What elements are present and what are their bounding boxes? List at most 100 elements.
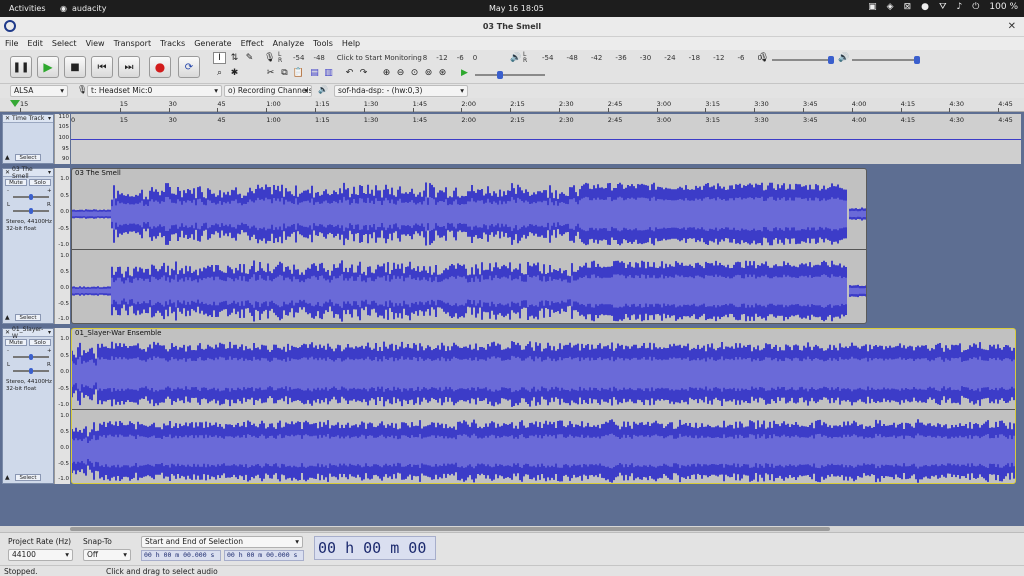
stop-button[interactable]: ■ xyxy=(64,56,86,78)
record-volume-slider[interactable] xyxy=(772,56,834,64)
selection-tool-button[interactable]: I xyxy=(213,52,226,64)
track-menu-chevron-icon[interactable]: ▾ xyxy=(48,115,51,122)
play-at-speed-button[interactable]: ▶ xyxy=(458,67,471,79)
collapse-track-icon[interactable]: ▲ xyxy=(5,314,10,321)
menu-tracks[interactable]: Tracks xyxy=(160,39,185,48)
menu-file[interactable]: File xyxy=(5,39,18,48)
menu-effect[interactable]: Effect xyxy=(241,39,264,48)
recording-device-select[interactable]: t: Headset Mic:0 ▾ xyxy=(87,85,222,97)
cut-button[interactable]: ✂ xyxy=(264,67,277,79)
menu-view[interactable]: View xyxy=(86,39,105,48)
app-menu[interactable]: ◉ audacity xyxy=(60,4,106,13)
selection-end-time[interactable]: 00 h 00 m 00.000 s xyxy=(224,550,304,561)
gain-slider[interactable] xyxy=(13,194,49,200)
menu-select[interactable]: Select xyxy=(52,39,77,48)
draw-tool-button[interactable]: ✎ xyxy=(243,52,256,64)
record-volume-knob[interactable] xyxy=(828,56,834,64)
pan-slider[interactable] xyxy=(13,208,49,214)
timeline-ruler[interactable]: 15 15 30 45 1:00 1:15 1:30 1:45 2:00 2:15 2:30 2:4… xyxy=(0,98,1024,112)
pause-button[interactable]: ❚❚ xyxy=(10,56,32,78)
track-select-button[interactable]: Select xyxy=(15,154,41,161)
track-select-button[interactable]: Select xyxy=(15,474,41,481)
track-header[interactable]: ✕ 01_Slayer-W ▾ xyxy=(3,326,53,340)
fit-project-button[interactable]: ⊚ xyxy=(422,67,435,79)
system-tray[interactable]: ▣ ◈ ⊠ ● ⛛ ♪ ⏻ 100 % xyxy=(868,2,1018,12)
menu-edit[interactable]: Edit xyxy=(27,39,43,48)
audio-clip-the-smell[interactable]: 03 The Smell xyxy=(71,168,867,324)
snap-to-select[interactable]: Off ▾ xyxy=(83,549,131,561)
skip-to-end-button[interactable]: ⏭ xyxy=(118,56,140,78)
playback-volume-slider[interactable] xyxy=(852,56,920,64)
track-select-button[interactable]: Select xyxy=(15,314,41,321)
play-head-icon[interactable] xyxy=(10,100,20,107)
pan-knob[interactable] xyxy=(29,208,33,214)
zoom-in-button[interactable]: ⊕ xyxy=(380,67,393,79)
loop-button[interactable]: ⟳ xyxy=(178,56,200,78)
menu-analyze[interactable]: Analyze xyxy=(273,39,305,48)
play-speed-slider[interactable] xyxy=(475,71,545,79)
monitor-hint[interactable]: Click to Start Monitoring xyxy=(337,54,422,62)
trim-button[interactable]: ▤ xyxy=(308,67,321,79)
gain-knob[interactable] xyxy=(29,194,33,200)
zoom-tool-button[interactable]: ⌕ xyxy=(213,67,226,79)
track-panel-war-ensemble[interactable]: ✕ 01_Slayer-W ▾ Mute Solo - + L R Stereo… xyxy=(2,326,54,484)
solo-button[interactable]: Solo xyxy=(29,179,51,186)
zoom-out-button[interactable]: ⊖ xyxy=(394,67,407,79)
time-track-body[interactable]: 0 15 30 45 1:00 1:15 1:30 1:45 2:00 2:15 2:30 2:45 3… xyxy=(71,114,1021,164)
close-track-icon[interactable]: ✕ xyxy=(5,115,10,122)
mute-button[interactable]: Mute xyxy=(5,179,27,186)
skip-to-start-button[interactable]: ⏮ xyxy=(91,56,113,78)
pan-knob[interactable] xyxy=(29,368,33,374)
clock[interactable]: May 16 18:05 xyxy=(489,4,544,13)
envelope-tool-button[interactable]: ⇅ xyxy=(228,52,241,64)
track-menu-chevron-icon[interactable]: ▾ xyxy=(48,329,51,336)
playback-device-select[interactable]: sof-hda-dsp: - (hw:0,3) ▾ xyxy=(334,85,468,97)
selection-mode-select[interactable]: Start and End of Selection ▾ xyxy=(141,536,303,548)
play-button[interactable]: ▶ xyxy=(37,56,59,78)
device-toolbar: ALSA ▾ 🎙 t: Headset Mic:0 ▾ o) Recording… xyxy=(0,84,1024,98)
selection-start-time[interactable]: 00 h 00 m 00.000 s xyxy=(141,550,221,561)
track-panel-the-smell[interactable]: ✕ 03 The Smell ▾ Mute Solo - + L R Stere… xyxy=(2,166,54,324)
undo-button[interactable]: ↶ xyxy=(343,67,356,79)
record-meter[interactable]: L R -54 -48 Click to Start Monitoring 8 … xyxy=(278,51,477,63)
play-speed-knob[interactable] xyxy=(497,71,503,79)
zoom-toggle-button[interactable]: ⊛ xyxy=(436,67,449,79)
audio-host-select[interactable]: ALSA ▾ xyxy=(10,85,68,97)
gain-knob[interactable] xyxy=(29,354,33,360)
activities-button[interactable]: Activities xyxy=(9,4,46,13)
collapse-track-icon[interactable]: ▲ xyxy=(5,154,10,161)
audio-position-display[interactable]: 00 h 00 m 00 s xyxy=(314,536,436,576)
project-rate-select[interactable]: 44100 ▾ xyxy=(8,549,73,561)
time-track-header[interactable]: ✕ Time Track ▾ xyxy=(3,115,53,123)
track-header[interactable]: ✕ 03 The Smell ▾ xyxy=(3,166,53,180)
clip-name[interactable]: 03 The Smell xyxy=(75,169,121,177)
fit-selection-button[interactable]: ⊙ xyxy=(408,67,421,79)
playback-volume-knob[interactable] xyxy=(914,56,920,64)
close-track-icon[interactable]: ✕ xyxy=(5,329,10,336)
menu-generate[interactable]: Generate xyxy=(194,39,231,48)
time-track-panel[interactable]: ✕ Time Track ▾ ▲ Select xyxy=(2,114,54,164)
redo-button[interactable]: ↷ xyxy=(357,67,370,79)
menu-transport[interactable]: Transport xyxy=(114,39,152,48)
recording-channels-select[interactable]: o) Recording Channels ▾ xyxy=(224,85,312,97)
silence-button[interactable]: ▥ xyxy=(322,67,335,79)
mute-button[interactable]: Mute xyxy=(5,339,27,346)
gain-slider[interactable] xyxy=(13,354,49,360)
paste-button[interactable]: 📋 xyxy=(292,67,305,79)
playback-meter[interactable]: L R -54 -48 -42 -36 -30 -24 -18 -12 -6 0 xyxy=(523,51,762,63)
close-track-icon[interactable]: ✕ xyxy=(5,169,10,176)
multi-tool-button[interactable]: ✱ xyxy=(228,67,241,79)
record-button[interactable]: ● xyxy=(149,56,171,78)
track-menu-chevron-icon[interactable]: ▾ xyxy=(48,169,51,176)
clip-name[interactable]: 01_Slayer-War Ensemble xyxy=(75,329,161,337)
menu-tools[interactable]: Tools xyxy=(313,39,333,48)
menu-help[interactable]: Help xyxy=(342,39,360,48)
tracks-area[interactable]: ✕ Time Track ▾ ▲ Select 110 105 100 95 9… xyxy=(0,112,1024,526)
pan-slider[interactable] xyxy=(13,368,49,374)
collapse-track-icon[interactable]: ▲ xyxy=(5,474,10,481)
scrollbar-thumb[interactable] xyxy=(70,527,830,531)
close-icon[interactable]: ✕ xyxy=(1008,21,1016,32)
copy-button[interactable]: ⧉ xyxy=(278,67,291,79)
audio-clip-war-ensemble[interactable]: 01_Slayer-War Ensemble xyxy=(71,328,1016,484)
solo-button[interactable]: Solo xyxy=(29,339,51,346)
